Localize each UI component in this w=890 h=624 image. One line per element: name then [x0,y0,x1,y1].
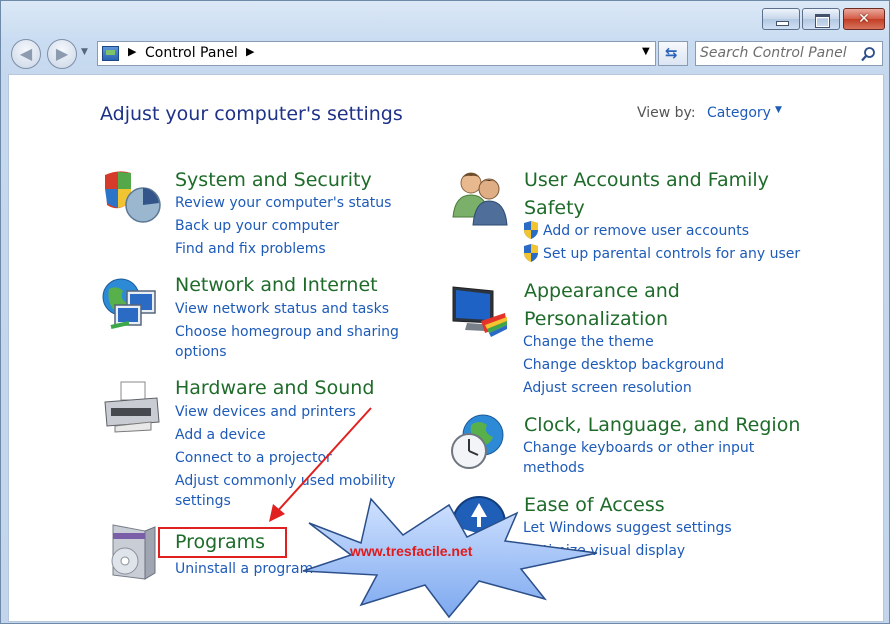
category-title-network-internet[interactable]: Network and Internet [175,271,378,299]
control-panel-icon [102,46,119,61]
globe-clock-icon[interactable] [449,411,509,471]
category-title-appearance-line2[interactable]: Personalization [524,305,668,333]
link-screen-resolution[interactable]: Adjust screen resolution [523,378,692,398]
breadcrumb-chevron-icon[interactable]: ▶ [246,45,254,58]
minimize-button[interactable] [762,8,800,30]
breadcrumb-chevron-icon[interactable]: ▶ [128,45,136,58]
link-homegroup-options[interactable]: options [175,342,227,362]
link-uninstall-program[interactable]: Uninstall a program [175,559,313,579]
search-icon[interactable] [860,46,876,62]
search-box[interactable] [695,41,883,66]
category-title-system-security[interactable]: System and Security [175,166,372,194]
refresh-button[interactable]: ⇆ [658,41,688,66]
uac-shield-icon [524,244,538,262]
programs-highlight-box [158,527,287,558]
category-title-appearance-line1[interactable]: Appearance and [524,277,680,305]
chevron-down-icon[interactable]: ▼ [775,105,782,115]
close-button[interactable]: ✕ [843,8,885,30]
category-title-clock-language[interactable]: Clock, Language, and Region [524,411,800,439]
link-input-methods[interactable]: methods [523,458,584,478]
link-back-up[interactable]: Back up your computer [175,216,339,236]
link-fix-problems[interactable]: Find and fix problems [175,239,326,259]
link-review-status[interactable]: Review your computer's status [175,193,391,213]
shield-chart-icon[interactable] [101,167,161,227]
uac-shield-icon [524,221,538,239]
search-input[interactable] [700,45,860,61]
two-users-icon[interactable] [449,167,509,227]
link-change-theme[interactable]: Change the theme [523,332,654,352]
view-by-dropdown[interactable]: Category [707,105,771,121]
printer-icon[interactable] [101,378,161,438]
control-panel-window: ✕ ◀ ▶ ▼ ▶ Control Panel ▶ ▼ ⇆ Adjust you… [0,0,890,624]
monitor-palette-icon[interactable] [449,281,509,341]
link-network-status[interactable]: View network status and tasks [175,299,389,319]
link-change-keyboards[interactable]: Change keyboards or other input [523,438,754,458]
link-parental-controls[interactable]: Set up parental controls for any user [543,244,800,264]
maximize-button[interactable] [802,8,840,30]
breadcrumb-control-panel[interactable]: Control Panel [145,45,238,61]
content-pane: Adjust your computer's settings View by:… [8,74,884,622]
forward-arrow-icon: ▶ [55,44,69,63]
link-add-remove-accounts[interactable]: Add or remove user accounts [543,221,749,241]
view-by-label: View by: [637,105,696,121]
category-title-hardware-sound[interactable]: Hardware and Sound [175,374,374,402]
close-icon: ✕ [858,11,870,27]
link-mobility-settings[interactable]: settings [175,491,231,511]
refresh-icon: ⇆ [665,44,678,62]
recent-pages-dropdown[interactable]: ▼ [81,47,88,57]
category-title-user-accounts-line1[interactable]: User Accounts and Family [524,166,769,194]
forward-button[interactable]: ▶ [47,39,77,69]
link-homegroup[interactable]: Choose homegroup and sharing [175,322,399,342]
globe-monitors-icon[interactable] [101,275,161,335]
software-box-icon[interactable] [101,521,161,581]
category-title-user-accounts-line2[interactable]: Safety [524,194,585,222]
back-button[interactable]: ◀ [11,39,41,69]
address-bar[interactable]: ▶ Control Panel ▶ ▼ [97,41,656,66]
page-title: Adjust your computer's settings [100,103,403,125]
address-dropdown-icon[interactable]: ▼ [642,46,650,57]
back-arrow-icon: ◀ [19,44,33,63]
watermark-url: www.tresfacile.net [350,543,473,559]
link-desktop-background[interactable]: Change desktop background [523,355,724,375]
